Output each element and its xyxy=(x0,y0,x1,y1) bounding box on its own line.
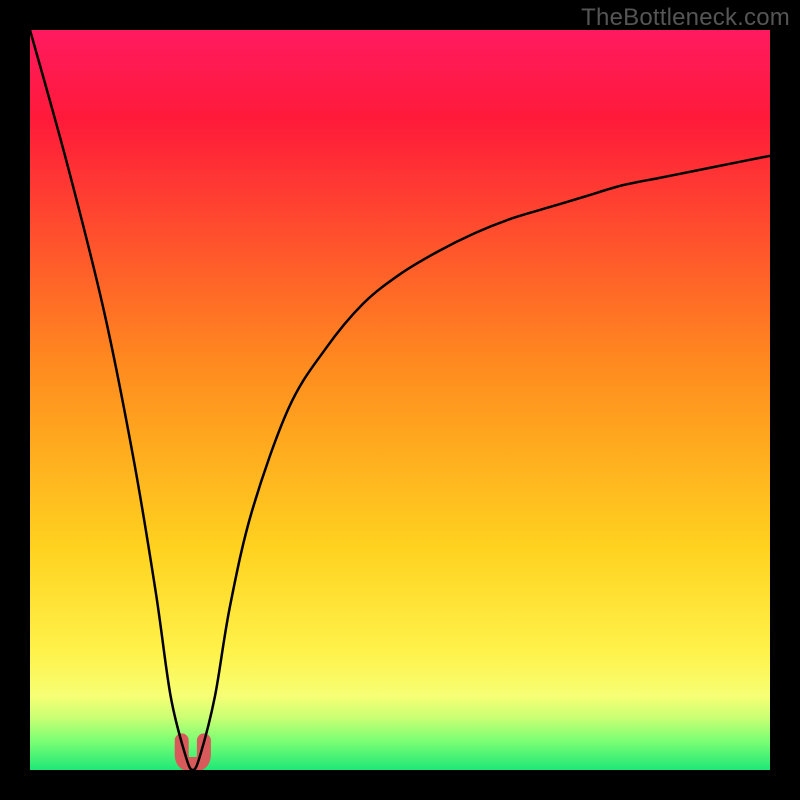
chart-frame: TheBottleneck.com xyxy=(0,0,800,800)
gradient-background xyxy=(30,30,770,770)
watermark-text: TheBottleneck.com xyxy=(581,4,790,32)
plot-area xyxy=(30,30,770,770)
bottleneck-chart xyxy=(30,30,770,770)
